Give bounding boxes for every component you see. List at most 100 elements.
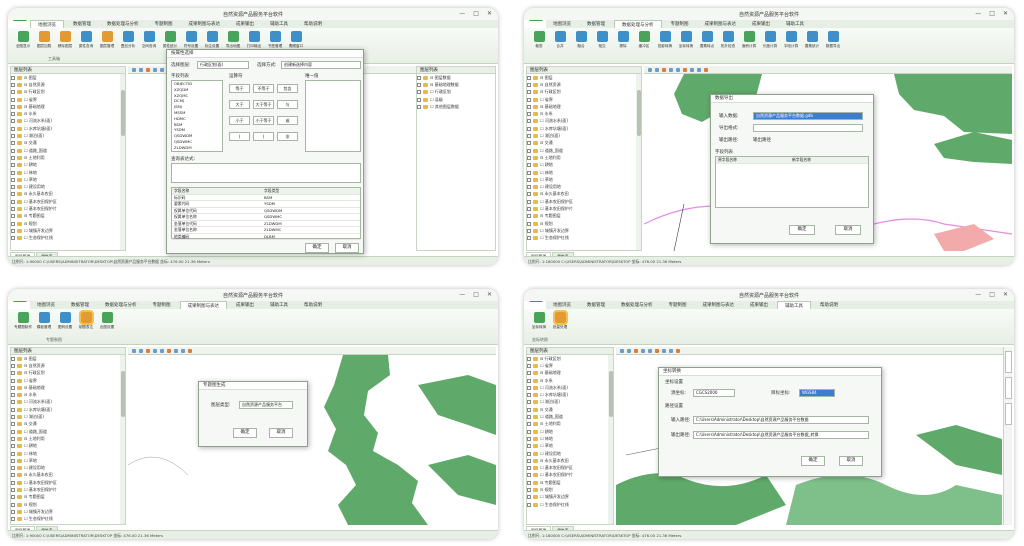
- table-row[interactable]: 地类编码 DLBM: [172, 234, 360, 240]
- tree-node[interactable]: ☐ 湖泊(面): [11, 132, 125, 139]
- checkbox[interactable]: [527, 451, 531, 456]
- tab-output[interactable]: 成果输出: [743, 301, 775, 309]
- checkbox[interactable]: [527, 185, 531, 190]
- tree-node[interactable]: ☐ 道路_国道: [527, 147, 641, 154]
- tree-node[interactable]: ⊟ 规划: [11, 501, 125, 508]
- checkbox[interactable]: [527, 163, 531, 168]
- ribbon-button[interactable]: 融合: [572, 31, 590, 60]
- zoom-in-icon[interactable]: [648, 67, 652, 72]
- tree-node[interactable]: ⊟ 水系: [527, 110, 641, 117]
- tree-node[interactable]: ☐ 草地: [527, 176, 641, 183]
- tab-data-manage[interactable]: 数据管理: [580, 301, 612, 309]
- tree-node[interactable]: ☐ 水库坑塘(面): [527, 125, 641, 132]
- scrollbar-thumb[interactable]: [636, 90, 641, 136]
- operator-button[interactable]: 大于等于: [253, 100, 274, 109]
- map-view[interactable]: [128, 355, 496, 525]
- operator-button[interactable]: 包含: [277, 84, 298, 93]
- close-icon[interactable]: ✕: [1003, 291, 1008, 298]
- checkbox[interactable]: [11, 163, 15, 168]
- expand-toggle-icon[interactable]: [527, 407, 531, 412]
- expand-toggle-icon[interactable]: [11, 473, 15, 478]
- zoom-in-icon[interactable]: [132, 348, 136, 353]
- checkbox[interactable]: [11, 458, 15, 463]
- tree-node[interactable]: ☐ 城镇开发边界: [11, 508, 125, 515]
- tree-node[interactable]: ⊟ 基础地理: [527, 370, 613, 377]
- full-extent-icon[interactable]: [669, 67, 673, 72]
- tab-thematic[interactable]: 专题制图: [662, 301, 694, 309]
- tree-node[interactable]: ☐ 基本农田保护片: [11, 205, 125, 212]
- refresh-icon[interactable]: [704, 67, 708, 72]
- cancel-button[interactable]: 取消: [839, 456, 863, 466]
- tree-node[interactable]: ⊟ 永久基本农田: [527, 191, 641, 198]
- full-extent-icon[interactable]: [641, 348, 645, 353]
- checkbox[interactable]: [11, 509, 15, 514]
- expand-toggle-icon[interactable]: [11, 363, 15, 368]
- expand-toggle-icon[interactable]: [527, 112, 531, 117]
- expand-toggle-icon[interactable]: [527, 371, 531, 376]
- tree-node[interactable]: ⊟ 行政区划: [527, 89, 641, 96]
- select-icon[interactable]: [167, 348, 171, 353]
- tree-node[interactable]: ☐ 基本农田保护片: [11, 486, 125, 493]
- scrollbar-thumb[interactable]: [608, 371, 613, 417]
- expand-toggle-icon[interactable]: [527, 104, 531, 109]
- dock-tab[interactable]: [1005, 377, 1012, 399]
- checkbox[interactable]: [527, 393, 531, 398]
- tree-node[interactable]: ⊟ 基础地理: [11, 103, 125, 110]
- checkbox[interactable]: [11, 228, 15, 233]
- expand-toggle-icon[interactable]: [11, 214, 15, 219]
- checkbox[interactable]: [11, 451, 15, 456]
- select-icon[interactable]: [655, 348, 659, 353]
- checkbox[interactable]: [11, 236, 15, 241]
- ribbon-button[interactable]: 叠加分析: [119, 31, 137, 60]
- maximize-icon[interactable]: □: [989, 291, 995, 298]
- expand-toggle-icon[interactable]: [527, 480, 531, 485]
- zoom-out-icon[interactable]: [139, 348, 143, 353]
- tree-node[interactable]: ⊟ 图层: [527, 74, 641, 81]
- clear-icon[interactable]: [181, 348, 185, 353]
- identify-icon[interactable]: [676, 67, 680, 72]
- expand-toggle-icon[interactable]: [11, 141, 15, 146]
- tab-tools[interactable]: 辅助工具: [779, 20, 811, 28]
- zoom-out-icon[interactable]: [627, 348, 631, 353]
- tree-node[interactable]: ☐ 道路_国道: [11, 147, 125, 154]
- checkbox[interactable]: [11, 378, 15, 383]
- tree-node[interactable]: ☐ 水库坑塘(面): [11, 406, 125, 413]
- tab-help[interactable]: 帮助说明: [297, 301, 329, 309]
- measure-icon[interactable]: [174, 348, 178, 353]
- checkbox[interactable]: [11, 400, 15, 405]
- tree-node[interactable]: ☐ 生态保护红线: [527, 501, 613, 508]
- expand-toggle-icon[interactable]: [11, 495, 15, 500]
- checkbox[interactable]: [527, 206, 531, 211]
- tree-node[interactable]: ⊟ 交通: [11, 140, 125, 147]
- tree-node[interactable]: ☐ 其他图层数据: [417, 103, 495, 110]
- tree-node[interactable]: ⊟ 基础地理: [11, 384, 125, 391]
- ribbon-button[interactable]: 批量处理: [551, 310, 569, 341]
- expand-toggle-icon[interactable]: [11, 502, 15, 507]
- expand-toggle-icon[interactable]: [11, 356, 15, 361]
- tab-data-manage[interactable]: 数据管理: [66, 20, 98, 28]
- expand-toggle-icon[interactable]: [11, 90, 15, 95]
- expand-toggle-icon[interactable]: [11, 385, 15, 390]
- tree-node[interactable]: ☐ 耕地: [527, 162, 641, 169]
- ribbon-button[interactable]: 擦除: [614, 31, 632, 60]
- unique-values-list[interactable]: [305, 80, 361, 152]
- operator-button[interactable]: (: [229, 132, 250, 141]
- format-select[interactable]: [753, 124, 863, 132]
- tree-node[interactable]: ☐ 省界: [11, 96, 125, 103]
- close-icon[interactable]: ✕: [1003, 10, 1008, 17]
- tab-analysis[interactable]: 数据处理与分析: [614, 20, 662, 28]
- minimize-icon[interactable]: —: [459, 10, 465, 17]
- ribbon-button[interactable]: 属性查询: [77, 31, 95, 60]
- tree-node[interactable]: ⊟ 永久基本农田: [527, 457, 613, 464]
- expand-toggle-icon[interactable]: [11, 422, 15, 427]
- checkbox[interactable]: [11, 206, 15, 211]
- measure-icon[interactable]: [662, 348, 666, 353]
- tab-analysis[interactable]: 数据处理与分析: [98, 301, 144, 309]
- identify-icon[interactable]: [648, 348, 652, 353]
- cancel-button[interactable]: 取消: [835, 225, 861, 235]
- identify-icon[interactable]: [160, 67, 164, 72]
- tab-analysis[interactable]: 数据处理与分析: [614, 301, 660, 309]
- tab-map-browse[interactable]: 地图浏览: [546, 20, 578, 28]
- tree-node[interactable]: ☐ 基本农田保护区: [11, 479, 125, 486]
- tree-node[interactable]: ☐ 林地: [11, 450, 125, 457]
